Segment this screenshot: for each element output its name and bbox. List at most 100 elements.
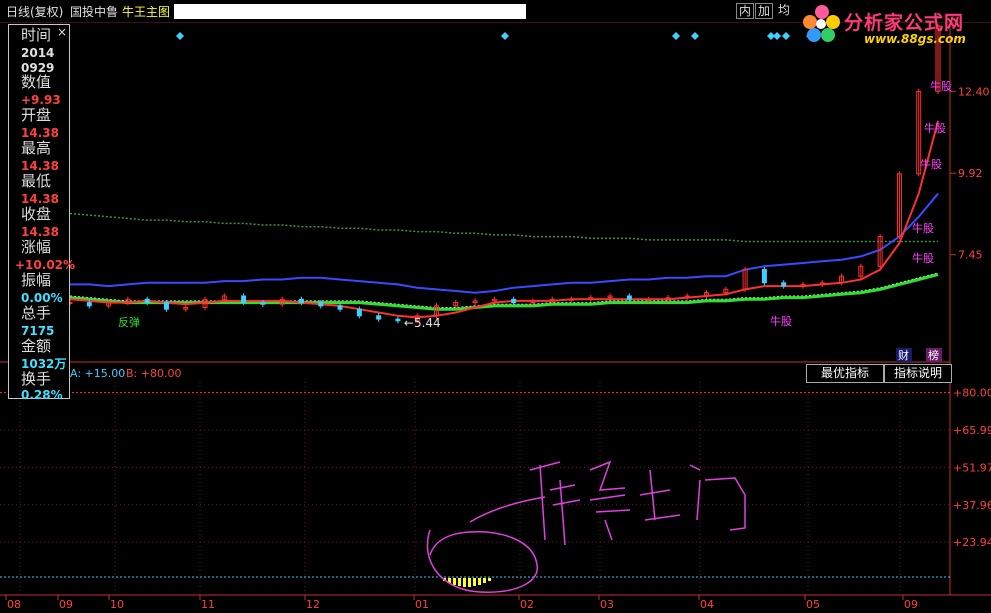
info-label-value: 数值 xyxy=(21,73,52,91)
indicator-name[interactable]: 牛王主图 xyxy=(122,3,170,20)
signal-diamond xyxy=(672,32,680,40)
handwriting-stroke xyxy=(589,494,626,501)
info-panel: × 时间 2014 0929 数值 +9.93 开盘 14.38 最高 14.3… xyxy=(8,24,75,402)
main-chart: 12.40 9.92 7.45 +80.00 +65.99 +51.97 +37.96 +23… xyxy=(0,21,991,611)
candle-body xyxy=(86,302,92,307)
inner-button[interactable]: 内 xyxy=(736,3,755,19)
handwriting-stroke xyxy=(552,499,581,506)
handwriting-stroke xyxy=(704,477,746,531)
candle-body xyxy=(569,298,575,301)
site-logo: 分析家公式网 www.88gs.com xyxy=(800,2,990,48)
time-tick-label: 09 xyxy=(904,598,918,611)
signal-diamond xyxy=(773,32,781,40)
candle-body xyxy=(646,298,652,301)
time-tick-label: 11 xyxy=(201,598,215,611)
signal-diamond xyxy=(501,32,509,40)
sub-bar xyxy=(478,578,481,585)
time-tick-label: 01 xyxy=(415,598,429,611)
time-tick-label: 03 xyxy=(600,598,614,611)
time-tick-label: 04 xyxy=(700,598,714,611)
sub-bar xyxy=(488,578,491,581)
info-label-high: 最高 xyxy=(21,139,52,157)
low-price-label: ←5.44 xyxy=(404,316,441,330)
candle-body xyxy=(761,269,767,284)
candle-body xyxy=(298,298,304,304)
logo-title: 分析家公式网 xyxy=(844,12,965,34)
bull-stock-label: 牛股 xyxy=(912,251,934,265)
signal-diamond xyxy=(782,32,790,40)
info-label-amount: 金额 xyxy=(21,337,52,355)
bull-stock-label: 牛股 xyxy=(924,121,946,135)
time-tick-label: 09 xyxy=(59,598,73,611)
price-tick-label: 12.40 xyxy=(958,85,990,98)
candle-body xyxy=(781,282,787,287)
handwriting-stroke xyxy=(529,461,561,471)
handwriting-stroke xyxy=(649,469,656,521)
candle-body xyxy=(241,295,247,304)
bull-stock-label: 牛股 xyxy=(930,79,952,93)
signal-diamond xyxy=(176,32,184,40)
indicator-description-button[interactable]: 指标说明 xyxy=(884,364,952,383)
average-button[interactable]: 均 xyxy=(776,3,792,17)
info-label-open: 开盘 xyxy=(21,106,52,124)
candle-body xyxy=(626,295,632,300)
info-label-turnover: 换手 xyxy=(21,370,52,388)
info-label-volume: 总手 xyxy=(21,304,52,322)
sub-bar xyxy=(463,578,466,587)
handwriting-stroke xyxy=(595,509,631,513)
handwriting-stroke xyxy=(539,464,546,541)
info-label-change: 涨幅 xyxy=(21,238,52,256)
handwriting-stroke xyxy=(589,460,626,491)
price-tick-label: 9.92 xyxy=(958,167,983,180)
add-button[interactable]: 加 xyxy=(755,3,774,19)
sub-bar xyxy=(473,578,476,586)
cai-label: 财 xyxy=(898,348,909,362)
sub-bar xyxy=(453,578,456,585)
candle-body xyxy=(144,298,150,304)
blue-ma-line xyxy=(70,193,939,294)
candle-body xyxy=(260,302,266,305)
candle-body xyxy=(511,298,517,304)
handwriting-stroke xyxy=(549,484,576,491)
best-indicator-button[interactable]: 最优指标 xyxy=(806,364,884,383)
bull-stock-label: 牛股 xyxy=(770,314,792,328)
bang-label: 榜 xyxy=(928,348,939,362)
time-tick-label: 08 xyxy=(7,598,21,611)
candle-body xyxy=(337,305,343,310)
green-band-line xyxy=(69,212,938,243)
stock-name: 国投中鲁 xyxy=(70,5,119,19)
logo-url: www.88gs.com xyxy=(864,32,966,46)
handwriting-stroke xyxy=(426,529,538,593)
handwriting-stroke xyxy=(559,479,566,546)
info-label-time: 时间 xyxy=(21,26,52,44)
candle-body xyxy=(395,318,401,322)
sub-tick-label: +37.96 xyxy=(953,499,991,512)
sub-tick-label: +80.00 xyxy=(953,387,991,400)
command-input[interactable] xyxy=(174,4,526,19)
candle-body xyxy=(376,315,382,320)
info-label-amplitude: 振幅 xyxy=(21,271,52,289)
red-ma-line xyxy=(69,120,939,319)
period-selector[interactable]: 日线(复权) xyxy=(6,3,63,20)
info-label-close: 收盘 xyxy=(21,205,52,223)
candle-body xyxy=(163,302,169,310)
sub-tick-label: +51.97 xyxy=(953,461,991,474)
handwriting-stroke xyxy=(644,514,681,521)
bull-stock-label: 牛股 xyxy=(920,157,942,171)
handwriting-stroke xyxy=(689,464,701,471)
time-tick-label: 10 xyxy=(110,598,124,611)
sub-tick-label: +23.94 xyxy=(953,536,991,549)
sub-tick-label: +65.99 xyxy=(953,424,991,437)
bull-stock-label: 牛股 xyxy=(912,221,934,235)
handwriting-stroke xyxy=(639,489,671,496)
info-label-low: 最低 xyxy=(21,172,52,190)
sub-bar xyxy=(468,578,471,587)
rebound-label: 反弹 xyxy=(118,315,140,329)
handwriting-stroke xyxy=(469,496,546,523)
info-value-year: 2014 xyxy=(21,46,55,60)
time-tick-label: 02 xyxy=(520,598,534,611)
handwriting-stroke xyxy=(604,519,613,541)
info-value-turnover: 0.28% xyxy=(21,388,63,402)
candle-body xyxy=(318,302,324,307)
candle-body xyxy=(356,308,362,317)
